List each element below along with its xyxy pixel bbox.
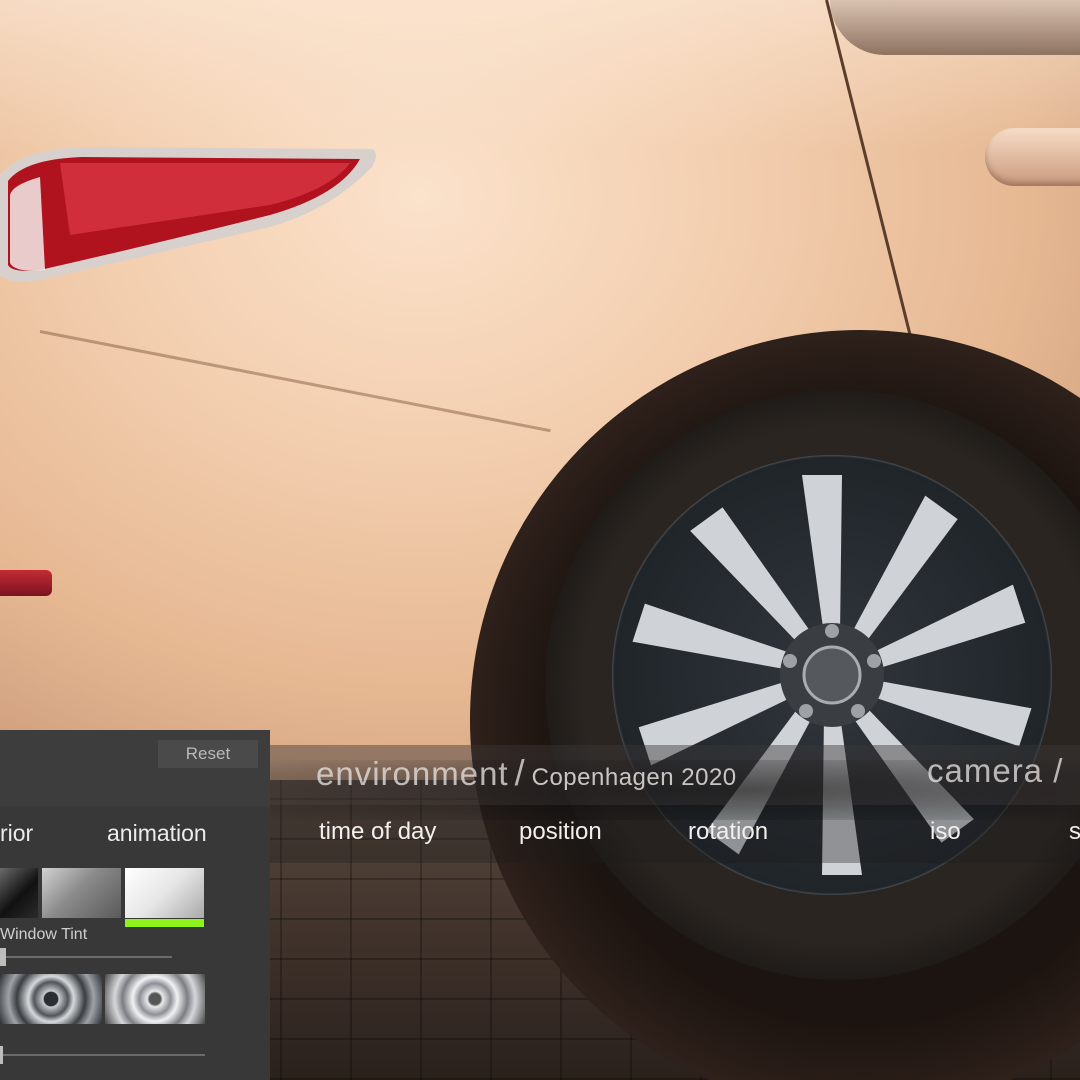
swatch-selected-indicator — [125, 919, 204, 927]
subnav-truncated-item[interactable]: s — [1069, 818, 1080, 846]
tab-animation[interactable]: animation — [107, 820, 207, 847]
subnav-iso[interactable]: iso — [930, 818, 961, 846]
tab-exterior[interactable]: rior — [0, 820, 33, 847]
window-tint-label: Window Tint — [0, 926, 88, 943]
environment-heading[interactable]: environment / Copenhagen 2020 — [316, 752, 737, 800]
environment-separator: / — [514, 752, 526, 793]
subnav-position[interactable]: position — [519, 818, 602, 846]
option-slider-handle[interactable] — [0, 1046, 3, 1064]
color-swatch-silver[interactable] — [42, 868, 121, 918]
option-slider-track[interactable] — [0, 1054, 205, 1056]
window-tint-slider-track[interactable] — [0, 956, 172, 958]
subnav-rotation[interactable]: rotation — [688, 818, 768, 846]
wheel-option-dark[interactable] — [0, 974, 102, 1024]
environment-label: environment — [316, 755, 509, 792]
wheel-option-silver[interactable] — [105, 974, 205, 1024]
configurator-ui: environment / Copenhagen 2020 camera / t… — [0, 0, 1080, 1080]
window-tint-slider-handle[interactable] — [0, 948, 6, 966]
subnav-time-of-day[interactable]: time of day — [319, 818, 436, 846]
configuration-panel: Reset rior animation Window Tint — [0, 730, 270, 1080]
environment-value: Copenhagen 2020 — [531, 764, 737, 791]
reset-button[interactable]: Reset — [158, 740, 258, 768]
camera-heading[interactable]: camera / — [927, 752, 1063, 790]
color-swatch-white[interactable] — [125, 868, 204, 918]
color-swatch-black[interactable] — [0, 868, 38, 918]
